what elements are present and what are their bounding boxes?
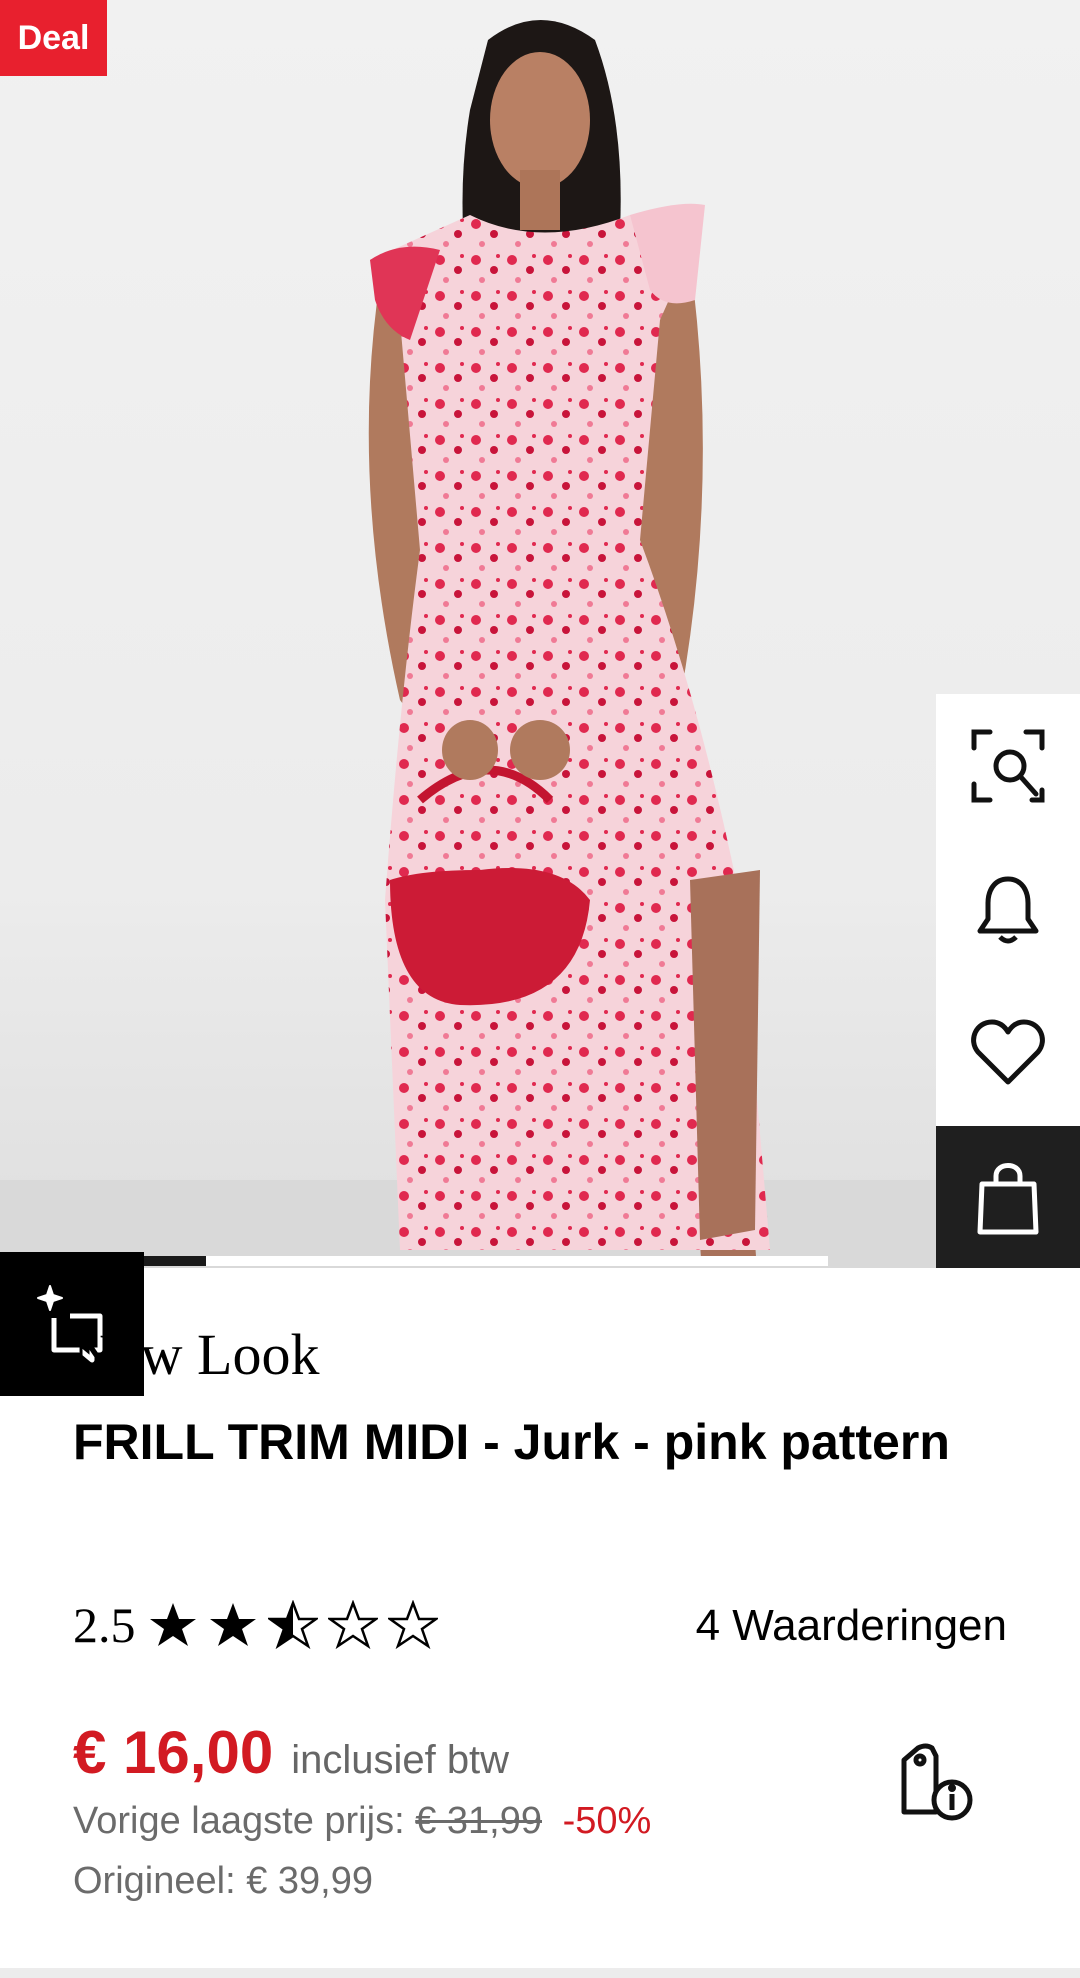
deal-badge: Deal [0,0,107,76]
price-row: € 16,00 inclusief btw [73,1718,509,1787]
star-full-icon [209,1603,256,1646]
gallery-progress-indicator [144,1256,206,1266]
vat-note: inclusief btw [291,1738,510,1782]
previous-price-value: € 31,99 [415,1800,542,1842]
previous-price-label: Vorige laagste prijs: [73,1800,405,1842]
previous-lowest-price: Vorige laagste prijs: € 31,99 -50% [73,1800,651,1843]
rating-value: 2.5 [73,1597,136,1653]
product-action-rail [936,694,1080,1268]
original-price: Origineel: € 39,99 [73,1860,373,1902]
product-title: FRILL TRIM MIDI - Jurk - pink pattern [73,1414,950,1470]
heart-icon [971,1019,1045,1084]
add-to-cart-button[interactable] [936,1126,1080,1268]
star-half-icon [267,1600,318,1650]
star-empty-icon [387,1600,438,1650]
star-full-icon [149,1603,196,1646]
bell-icon [977,876,1039,943]
shopping-bag-icon [977,1162,1039,1234]
current-price: € 16,00 [73,1719,274,1786]
brand-name[interactable]: New Look [73,1320,319,1390]
visual-search-button[interactable] [936,694,1080,837]
reviews-count-link[interactable]: 4 Waarderingen [696,1596,1007,1656]
star-empty-icon [327,1600,378,1650]
wishlist-button[interactable] [936,980,1080,1123]
rating-summary[interactable]: 2.5 [73,1590,438,1660]
visual-search-icon [971,729,1045,802]
price-info-icon[interactable] [896,1742,976,1822]
section-divider [0,1968,1080,1978]
discount-badge: -50% [562,1800,652,1842]
product-photo [0,20,1080,1268]
notify-button[interactable] [936,837,1080,980]
rating-stars [148,1600,438,1650]
product-image-gallery[interactable]: Deal [0,0,1080,1268]
